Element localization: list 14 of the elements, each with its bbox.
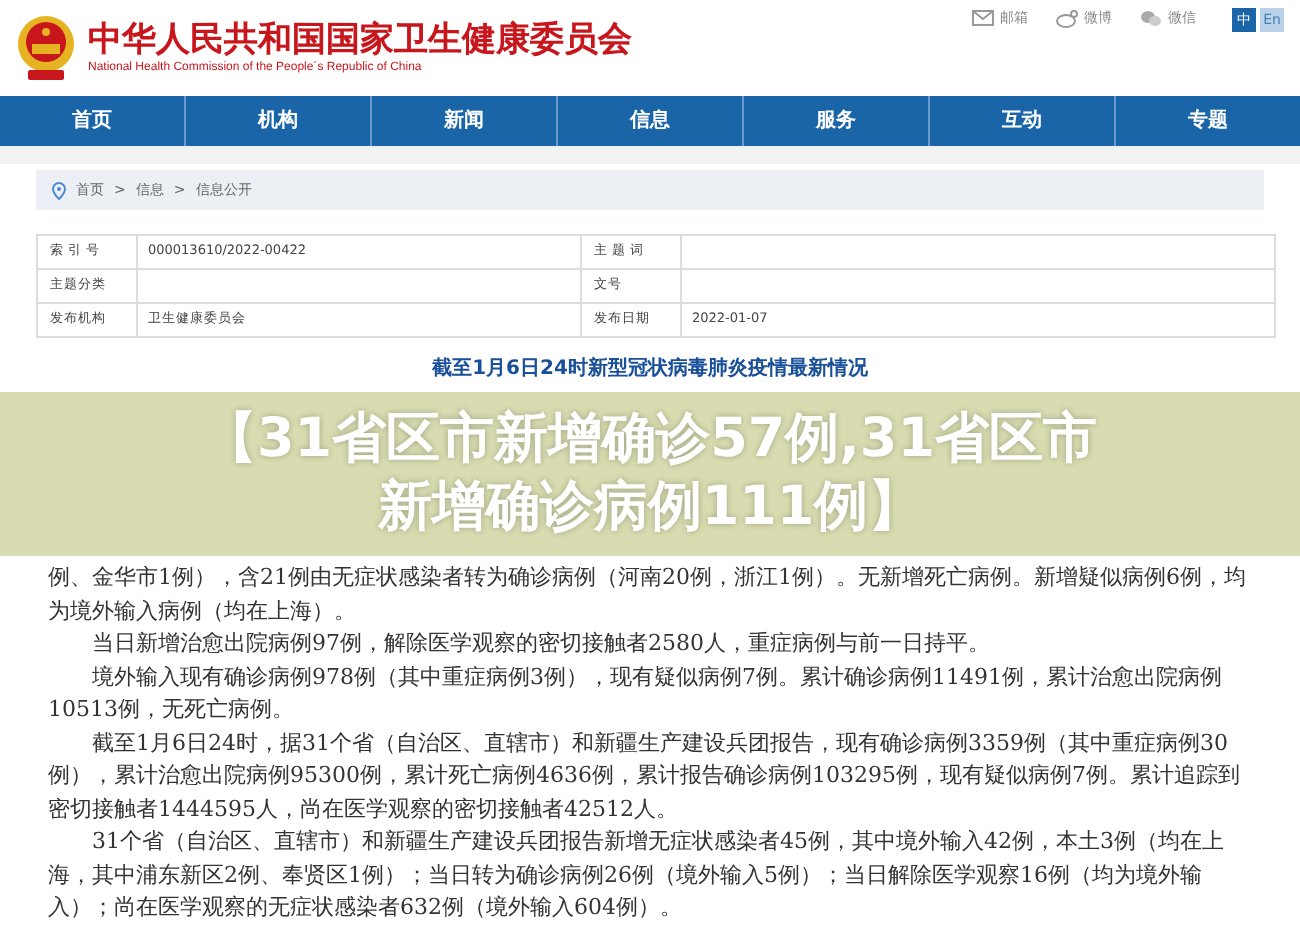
article-title: 截至1月6日24时新型冠状病毒肺炎疫情最新情况 [430, 354, 870, 384]
location-pin-icon [52, 181, 66, 199]
banner-headline: 新增确诊病例111例】 [377, 474, 923, 542]
article-paragraph: 境外输入现有确诊病例978例（其中重症病例3例），现有疑似病例7例。累计确诊病例11491例，累计治愈出院病例10513例，无死亡病例。 [48, 661, 1224, 726]
article-paragraph: 当日新增治愈出院病例97例，解除医学观察的密切接触者2580人，重症病例与前一日持平。 [90, 628, 992, 660]
mail-icon [972, 10, 994, 27]
chat-bubbles-icon [1140, 9, 1162, 28]
nav-item[interactable]: 首页 [0, 96, 184, 146]
site-title: 中华人民共和国国家卫生健康委员会 [88, 20, 632, 60]
banner-headline: 【31省区市新增确诊57例,31省区市 [203, 406, 1097, 474]
emblem-icon [16, 14, 76, 82]
article-paragraph: 截至1月6日24时，据31个省（自治区、直辖市）和新疆生产建设兵团报告，现有确诊病例3359例（其中重症病例30例），累计治愈出院病例95300例，累计死亡病例4636例，累计报告确诊病例103295例，现有疑似病例7例。累计追踪到密切接触者1444595人，尚在医学观察的密切接触者42512人。 [48, 727, 1242, 825]
article-paragraph: 31个省（自治区、直辖市）和新疆生产建设兵团报告新增无症状感染者45例，其中境外输入42例，本土3例（均在上海，其中浦东新区2例、奉贤区1例）；当日转为确诊病例26例（境外输入5例）；当日解除医学观察16例（均为境外输入）；尚在医学观察的无症状感染者632例（境外输入604例）。 [48, 826, 1226, 924]
article-paragraph: 例、金华市1例），含21例由无症状感染者转为确诊病例（河南20例，浙江1例）。无新增死亡病例。新增疑似病例6例，均为境外输入病例（均在上海）。 [48, 562, 1248, 627]
